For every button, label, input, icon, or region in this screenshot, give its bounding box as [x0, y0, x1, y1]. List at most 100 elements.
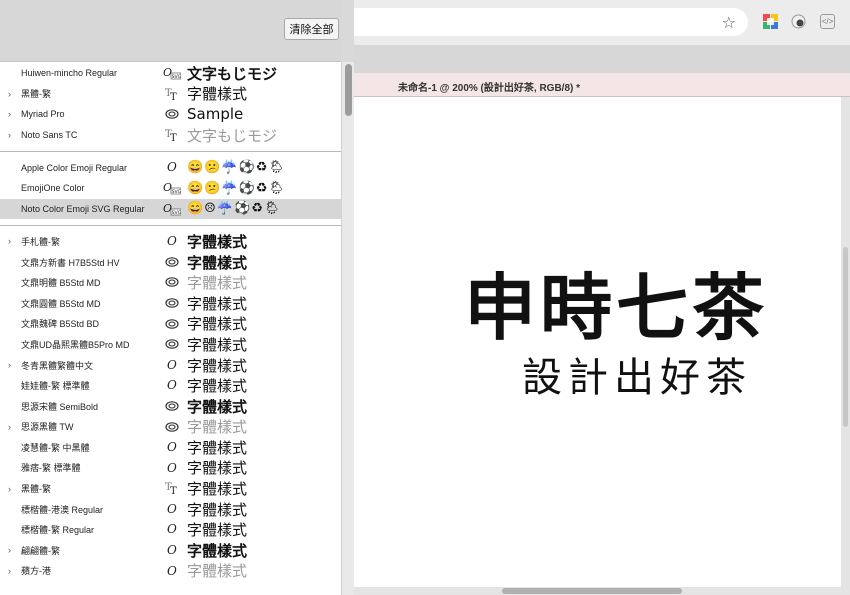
font-list-scrollbar[interactable] [341, 62, 354, 595]
svg-text:O: O [167, 160, 177, 174]
chevron-right-icon[interactable]: › [8, 89, 16, 99]
font-row[interactable]: 文鼎明體 B5Std MD 字體樣式 [0, 272, 341, 293]
font-sample: 字體樣式 [187, 253, 248, 272]
font-list-scroll-thumb[interactable] [345, 64, 352, 116]
font-row[interactable]: 凌慧體-繁 中黑體 O 字體樣式 [0, 437, 341, 458]
opentype-icon: O [163, 234, 181, 248]
svg-text:O: O [167, 564, 177, 578]
svg-text:T: T [170, 133, 177, 142]
font-sample: 😄😕☔⚽♻🌦 [187, 180, 286, 196]
font-row[interactable]: 標楷體-繁 Regular O 字體樣式 [0, 519, 341, 540]
truetype-icon: TT [163, 87, 181, 101]
chevron-right-icon[interactable]: › [8, 360, 16, 370]
canvas-vertical-scroll-thumb[interactable] [843, 247, 848, 427]
svg-text:O: O [167, 378, 177, 392]
otf-svg-icon: O SVG [163, 181, 181, 195]
font-panel-header: 清除全部 [0, 0, 341, 62]
canvas-horizontal-scroll-thumb[interactable] [502, 588, 682, 594]
font-sample: 字體樣式 [187, 274, 248, 293]
chevron-right-icon[interactable]: › [8, 236, 16, 246]
font-row[interactable]: Huiwen-mincho Regular O SVG 文字もじモジ [0, 63, 341, 84]
opentype-icon: O [163, 358, 181, 372]
font-sample: 字體樣式 [187, 480, 248, 499]
font-sample: 字體樣式 [187, 85, 248, 104]
font-row[interactable]: 文鼎UD晶熙黑體B5Pro MD 字體樣式 [0, 334, 341, 355]
font-name: 文鼎魏碑 B5Std BD [21, 319, 100, 330]
font-row[interactable]: › 黑體-繁 T T 字體樣式 [0, 478, 341, 499]
code-extension-icon[interactable]: </> [820, 14, 835, 29]
font-name: Huiwen-mincho Regular [21, 68, 118, 79]
font-sample: 字體樣式 [187, 521, 248, 540]
address-bar[interactable]: ☆ [354, 8, 748, 36]
svg-text:O: O [167, 358, 177, 372]
chevron-right-icon[interactable]: › [8, 130, 16, 140]
browser-toolbar: ☆ </> [354, 0, 850, 45]
font-row[interactable]: › Noto Sans TC T T 文字もじモジ [0, 125, 341, 146]
font-sample: 字體樣式 [187, 294, 248, 313]
opentype-icon: O [163, 564, 181, 578]
font-row[interactable]: 文鼎圓體 B5Std MD 字體樣式 [0, 293, 341, 314]
font-row[interactable]: Apple Color Emoji Regular O 😄😕☔⚽♻🌦 [0, 157, 341, 178]
font-name: 黑體-繁 [21, 484, 51, 495]
font-name: 文鼎方新書 H7B5Std HV [21, 257, 120, 268]
font-row[interactable]: › 手札體-繁 O 字體樣式 [0, 231, 341, 252]
font-row[interactable]: › 思源黑體 TW 字體樣式 [0, 417, 341, 438]
font-name: Noto Sans TC [21, 130, 78, 141]
chevron-right-icon[interactable]: › [8, 566, 16, 576]
font-row[interactable]: 思源宋體 SemiBold 字體樣式 [0, 396, 341, 417]
adobe-cloud-icon [163, 420, 181, 434]
font-row[interactable]: › 翩翩體-繁 O 字體樣式 [0, 540, 341, 561]
font-row[interactable]: › 黑體-繁 T T 字體樣式 [0, 84, 341, 105]
palette-extension-icon[interactable] [763, 14, 778, 29]
font-sample: 字體樣式 [187, 335, 248, 354]
font-sample: 😄😕☔⚽♻🌦 [187, 160, 286, 176]
font-row[interactable]: 文鼎方新書 H7B5Std HV 字體樣式 [0, 252, 341, 273]
truetype-icon: TT [163, 481, 181, 495]
font-name: 思源黑體 TW [21, 422, 74, 433]
bookmark-star-icon[interactable]: ☆ [722, 13, 736, 33]
chevron-right-icon[interactable]: › [8, 109, 16, 119]
chevron-right-icon[interactable]: › [8, 545, 16, 555]
chevron-right-icon[interactable]: › [8, 422, 16, 432]
svg-text:SVG: SVG [172, 210, 181, 216]
font-sample: 字體樣式 [187, 562, 248, 581]
font-name: 雅痞-繁 標準體 [21, 463, 81, 474]
opentype-icon: O [163, 440, 181, 454]
font-name: 標楷體-港澳 Regular [21, 504, 104, 515]
canvas-horizontal-scrollbar[interactable] [354, 587, 850, 595]
chevron-right-icon[interactable]: › [8, 484, 16, 494]
font-panel: 清除全部 Huiwen-mincho Regular O SVG 文字もじモジ › 黑體-… [0, 0, 341, 595]
font-row[interactable]: 文鼎魏碑 B5Std BD 字體樣式 [0, 314, 341, 335]
font-group-separator [0, 145, 341, 157]
opentype-icon: O [163, 502, 181, 516]
font-name: Myriad Pro [21, 109, 65, 120]
font-row[interactable]: 標楷體-港澳 Regular O 字體樣式 [0, 499, 341, 520]
font-name: EmojiOne Color [21, 183, 85, 194]
clear-all-button[interactable]: 清除全部 [284, 18, 339, 40]
adobe-cloud-icon [163, 399, 181, 413]
font-row[interactable]: 雅痞-繁 標準體 O 字體樣式 [0, 458, 341, 479]
svg-text:O: O [167, 440, 177, 454]
font-name: 凌慧體-繁 中黑體 [21, 442, 90, 453]
font-sample: 字體樣式 [187, 377, 248, 396]
adobe-cloud-icon [163, 107, 181, 121]
document-tab[interactable]: 未命名-1 @ 200% (設計出好茶, RGB/8) * [354, 73, 850, 97]
font-name: 娃娃體-繁 標準體 [21, 381, 90, 392]
font-row[interactable]: EmojiOne Color O SVG 😄😕☔⚽♻🌦 [0, 178, 341, 199]
svg-text:O: O [167, 234, 177, 248]
font-row[interactable]: › Myriad Pro Sample [0, 104, 341, 125]
logo-sub-text: 設計出好茶 [522, 355, 752, 401]
font-row[interactable]: › 冬青黑體繁體中文 O 字體樣式 [0, 355, 341, 376]
canvas-vertical-scrollbar[interactable] [841, 97, 850, 587]
font-row[interactable]: Noto Color Emoji SVG Regular O SVG 😄☹☔⚽♻🌦 [0, 198, 341, 220]
otf-svg-icon: O SVG [163, 202, 181, 216]
font-name: 冬青黑體繁體中文 [21, 360, 94, 371]
font-row[interactable]: › 蘋方-港 O 字體樣式 [0, 561, 341, 582]
font-name: 黑體-繁 [21, 89, 51, 100]
font-name: 蘋方-港 [21, 566, 51, 577]
font-row[interactable]: 娃娃體-繁 標準體 O 字體樣式 [0, 375, 341, 396]
opentype-icon: O [163, 522, 181, 536]
font-name: 標楷體-繁 Regular [21, 525, 95, 536]
svg-text:SVG: SVG [172, 189, 181, 195]
circle-extension-icon[interactable] [791, 14, 806, 29]
